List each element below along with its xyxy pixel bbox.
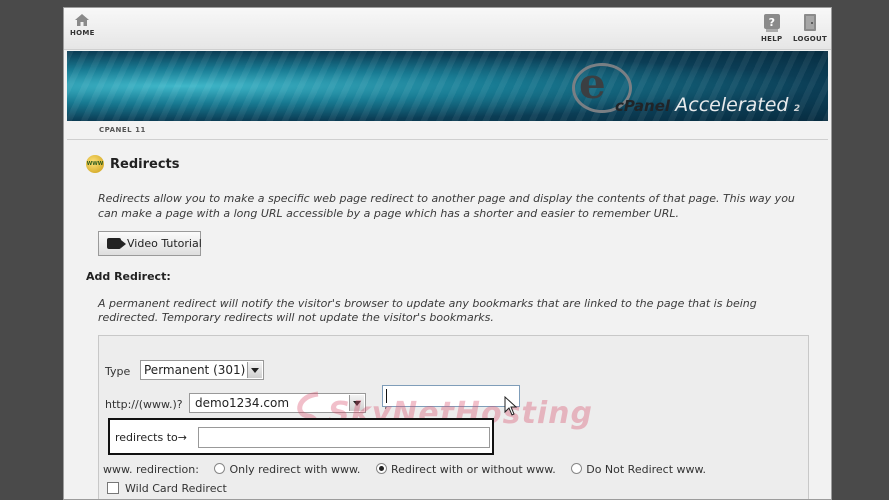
www-redirection-row: www. redirection: Only redirect with www… xyxy=(103,463,706,476)
help-icon: ? xyxy=(763,14,780,32)
logo-version: 2 xyxy=(793,104,800,114)
video-tutorial-label: Video Tutorial xyxy=(127,237,202,250)
permanent-redirect-description: A permanent redirect will notify the vis… xyxy=(98,297,757,324)
video-tutorial-button[interactable]: Video Tutorial xyxy=(98,231,202,256)
radio-only-www-label: Only redirect with www. xyxy=(229,463,361,476)
http-prefix-label: http://(www.)? xyxy=(105,398,183,411)
home-icon xyxy=(75,14,90,26)
chevron-down-icon xyxy=(247,362,262,378)
home-label: HOME xyxy=(70,29,95,37)
camera-icon xyxy=(107,238,126,249)
svg-text:?: ? xyxy=(768,16,775,29)
help-label: HELP xyxy=(761,35,783,43)
version-label: CPANEL 11 xyxy=(99,126,146,134)
chevron-down-icon xyxy=(349,395,364,411)
redirects-to-highlight: redirects to→ xyxy=(108,418,494,455)
add-redirect-heading: Add Redirect: xyxy=(86,270,171,283)
www-globe-icon: WWW xyxy=(86,155,104,173)
wildcard-label: Wild Card Redirect xyxy=(125,482,227,495)
radio-no-www[interactable] xyxy=(571,463,583,474)
wildcard-checkbox[interactable] xyxy=(107,482,119,494)
radio-only-www[interactable] xyxy=(214,463,226,474)
redirect-path-input[interactable] xyxy=(382,385,520,407)
page-title: Redirects xyxy=(110,157,180,172)
cpanel-logo-mark: e xyxy=(579,59,606,108)
cpanel-banner: e cPanel Accelerated 2 xyxy=(67,51,828,121)
cpanel-logo-text: cPanel Accelerated 2 xyxy=(615,94,800,116)
version-bar: CPANEL 11 xyxy=(67,122,828,140)
logout-label: LOGOUT xyxy=(793,35,828,43)
domain-select[interactable]: demo1234.com xyxy=(189,393,366,413)
radio-with-or-without-www-label: Redirect with or without www. xyxy=(390,463,556,476)
wildcard-row: Wild Card Redirect xyxy=(107,482,227,495)
redirects-to-label: redirects to→ xyxy=(115,431,187,444)
redirect-type-select[interactable]: Permanent (301) xyxy=(140,360,264,380)
logout-button[interactable]: LOGOUT xyxy=(793,14,827,43)
radio-no-www-label: Do Not Redirect www. xyxy=(586,463,707,476)
radio-with-or-without-www[interactable] xyxy=(375,463,387,474)
text-caret xyxy=(386,389,387,403)
logout-icon xyxy=(804,14,817,31)
www-redirection-label: www. redirection: xyxy=(103,463,199,476)
mouse-cursor-icon xyxy=(504,396,518,416)
logo-accelerated: Accelerated xyxy=(675,94,789,116)
redirect-type-value: Permanent (301) xyxy=(144,363,246,377)
redirects-to-input[interactable] xyxy=(198,427,490,448)
help-button[interactable]: ? HELP xyxy=(761,14,782,43)
top-navigation: HOME ? HELP LOGOUT xyxy=(64,8,831,50)
type-label: Type xyxy=(105,365,131,378)
home-button[interactable]: HOME xyxy=(70,14,95,37)
redirects-description: Redirects allow you to make a specific w… xyxy=(98,192,795,220)
logo-brand: cPanel xyxy=(615,97,671,115)
domain-value: demo1234.com xyxy=(195,396,290,410)
